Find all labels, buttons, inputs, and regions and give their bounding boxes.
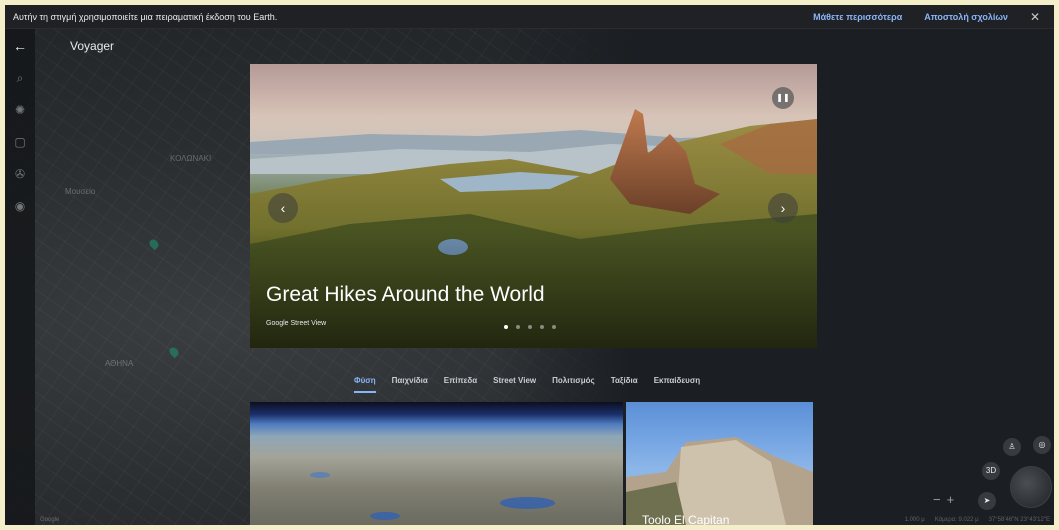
category-tabs: Φύση Παιχνίδια Επίπεδα Street View Πολιτ… bbox=[346, 374, 709, 393]
tab-layers[interactable]: Επίπεδα bbox=[436, 374, 485, 388]
close-icon[interactable]: ✕ bbox=[1030, 10, 1040, 24]
panel-title: Voyager bbox=[70, 39, 115, 53]
carousel-dot[interactable] bbox=[540, 325, 544, 329]
camera-altitude: Κάμερα: 9.022 μ bbox=[934, 517, 979, 523]
tab-culture[interactable]: Πολιτισμός bbox=[544, 374, 603, 388]
hero-title[interactable]: Great Hikes Around the World bbox=[266, 283, 545, 307]
left-rail: ← ⌕ ✺ ▢ ✇ ◉ bbox=[5, 29, 35, 525]
zoom-controls: − + bbox=[933, 492, 954, 507]
tab-education[interactable]: Εκπαίδευση bbox=[646, 374, 709, 388]
carousel-pagination bbox=[504, 325, 556, 329]
zoom-in-button[interactable]: + bbox=[947, 492, 955, 507]
map-label: ΑΘΗΝΑ bbox=[105, 359, 134, 368]
scale-indicator: 1.000 μ bbox=[904, 517, 925, 523]
coordinates-readout: 37°58'46"N 23°43'12"E bbox=[988, 517, 1050, 523]
compass-icon[interactable]: ➤ bbox=[978, 492, 996, 510]
tab-games[interactable]: Παιχνίδια bbox=[384, 374, 436, 388]
street-view-pegman-icon[interactable]: ♙ bbox=[1003, 438, 1021, 456]
search-icon[interactable]: ⌕ bbox=[13, 71, 27, 85]
voyager-icon[interactable]: ✇ bbox=[13, 167, 27, 181]
my-location-icon[interactable]: ◎ bbox=[1033, 436, 1051, 454]
map-status-bar: Google 1.000 μ Κάμερα: 9.022 μ 37°58'46"… bbox=[40, 517, 1050, 527]
carousel-dot[interactable] bbox=[504, 325, 508, 329]
carousel-dot[interactable] bbox=[516, 325, 520, 329]
hero-carousel[interactable]: ❚❚ ‹ › Great Hikes Around the World Goog… bbox=[250, 64, 817, 348]
tab-street-view[interactable]: Street View bbox=[485, 374, 544, 388]
send-feedback-link[interactable]: Αποστολή σχολίων bbox=[924, 12, 1008, 22]
carousel-dot[interactable] bbox=[552, 325, 556, 329]
location-icon[interactable]: ◉ bbox=[13, 199, 27, 213]
zoom-out-button[interactable]: − bbox=[933, 492, 941, 507]
map-label: Μουσείο bbox=[65, 187, 96, 196]
card-image-detail bbox=[310, 472, 330, 478]
settings-icon[interactable]: ✺ bbox=[13, 103, 27, 117]
story-card-el-capitan[interactable]: Toolo El Capitan bbox=[626, 402, 813, 525]
globe-view-icon[interactable] bbox=[1010, 466, 1052, 508]
pause-icon[interactable]: ❚❚ bbox=[772, 87, 794, 109]
tab-travel[interactable]: Ταξίδια bbox=[603, 374, 646, 388]
card-image-detail bbox=[500, 497, 555, 509]
next-slide-button[interactable]: › bbox=[768, 193, 798, 223]
tab-nature[interactable]: Φύση bbox=[346, 374, 384, 393]
map-label: ΚΟΛΩΝΑΚΙ bbox=[170, 154, 212, 163]
google-logo: Google bbox=[40, 517, 60, 523]
bookmark-icon[interactable]: ▢ bbox=[13, 135, 27, 149]
carousel-dot[interactable] bbox=[528, 325, 532, 329]
experimental-notice-bar: Αυτήν τη στιγμή χρησιμοποιείτε μια πειρα… bbox=[5, 5, 1054, 29]
hero-credit: Google Street View bbox=[266, 320, 327, 327]
view-3d-button[interactable]: 3D bbox=[982, 462, 1000, 480]
story-card-earth[interactable] bbox=[250, 402, 623, 525]
learn-more-link[interactable]: Μάθετε περισσότερα bbox=[813, 12, 902, 22]
previous-slide-button[interactable]: ‹ bbox=[268, 193, 298, 223]
arrow-left-icon[interactable]: ← bbox=[13, 39, 27, 53]
notice-message: Αυτήν τη στιγμή χρησιμοποιείτε μια πειρα… bbox=[13, 11, 278, 22]
cliff-image bbox=[626, 437, 813, 525]
